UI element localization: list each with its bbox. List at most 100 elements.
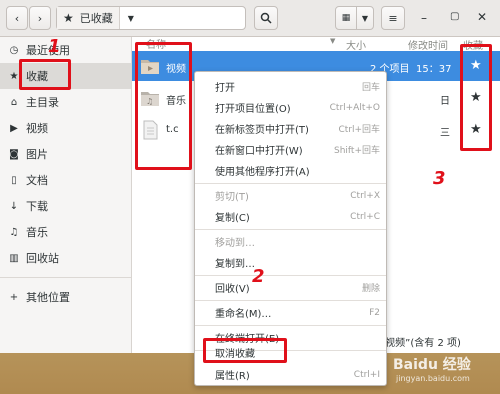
minimize-icon: – bbox=[421, 11, 427, 25]
menu-item-label: 剪切(T) bbox=[215, 192, 249, 203]
search-button[interactable] bbox=[254, 6, 278, 30]
annotation-number-1: 1 bbox=[48, 36, 61, 57]
trash-icon: ▥ bbox=[9, 252, 19, 264]
menu-item-shortcut: Ctrl+X bbox=[350, 190, 380, 201]
path-dropdown-button[interactable]: ▼ bbox=[120, 14, 245, 23]
sidebar-item-trash[interactable]: ▥ 回收站 bbox=[0, 245, 131, 271]
chevron-left-icon: ‹ bbox=[14, 11, 20, 25]
path-bar[interactable]: ★ 已收藏 ▼ bbox=[56, 6, 246, 30]
maximize-button[interactable]: ▢ bbox=[450, 11, 459, 22]
menu-item-open-new-window[interactable]: 在新窗口中打开(W) Shift+回车 bbox=[195, 139, 386, 160]
menu-separator bbox=[195, 275, 386, 276]
menu-item-label: 在新标签页中打开(T) bbox=[215, 125, 309, 136]
annotation-box-unstar bbox=[203, 338, 287, 363]
menu-separator bbox=[195, 229, 386, 230]
sidebar-item-home[interactable]: ⌂ 主目录 bbox=[0, 89, 131, 115]
watermark-url: jingyan.baidu.com bbox=[396, 374, 470, 383]
menu-item-copy-to[interactable]: 复制到… bbox=[195, 252, 386, 273]
menu-item-label: 复制(C) bbox=[215, 213, 250, 224]
menu-item-label: 移动到… bbox=[215, 238, 255, 249]
menu-item-shortcut: Ctrl+Alt+O bbox=[329, 102, 380, 113]
sidebar-item-videos[interactable]: ▶ 视频 bbox=[0, 115, 131, 141]
view-options-button[interactable]: ▼ bbox=[356, 6, 374, 30]
grid-icon: ▦ bbox=[341, 13, 351, 23]
close-button[interactable]: ✕ bbox=[477, 10, 487, 24]
menu-item-label: 回收(V) bbox=[215, 284, 250, 295]
menu-item-cut[interactable]: 剪切(T) Ctrl+X bbox=[195, 185, 386, 206]
menu-separator bbox=[195, 183, 386, 184]
file-modified: 15：37 bbox=[416, 64, 452, 75]
star-icon: ★ bbox=[63, 11, 74, 25]
menu-item-shortcut: Shift+回车 bbox=[334, 146, 380, 156]
status-text: “视频”(含有 2 项) bbox=[380, 338, 461, 349]
column-header-size[interactable]: 大小 bbox=[346, 37, 366, 52]
triangle-down-icon: ▼ bbox=[127, 13, 134, 23]
close-icon: ✕ bbox=[477, 10, 488, 24]
sidebar-item-music[interactable]: ♫ 音乐 bbox=[0, 219, 131, 245]
sidebar-item-label: 图片 bbox=[26, 148, 48, 161]
clock-icon: ◷ bbox=[9, 44, 19, 56]
sidebar-item-downloads[interactable]: ↓ 下载 bbox=[0, 193, 131, 219]
sidebar-item-label: 音乐 bbox=[26, 226, 48, 239]
sidebar-item-label: 视频 bbox=[26, 122, 48, 135]
chevron-right-icon: › bbox=[37, 11, 43, 25]
menu-item-label: 打开 bbox=[215, 83, 235, 94]
menu-item-shortcut: Ctrl+C bbox=[350, 211, 380, 222]
sidebar-item-label: 回收站 bbox=[26, 252, 59, 265]
video-icon: ▶ bbox=[10, 122, 18, 134]
menu-item-label: 复制到… bbox=[215, 259, 255, 270]
menu-item-open[interactable]: 打开 回车 bbox=[195, 76, 386, 97]
annotation-box-starred bbox=[19, 59, 71, 90]
menu-item-copy[interactable]: 复制(C) Ctrl+C bbox=[195, 206, 386, 227]
view-grid-button[interactable]: ▦ bbox=[335, 6, 357, 30]
camera-icon: ◙ bbox=[9, 148, 19, 160]
file-modified: 三 bbox=[440, 128, 450, 139]
menu-item-label: 打开项目位置(O) bbox=[215, 104, 291, 115]
sidebar-item-label: 主目录 bbox=[26, 96, 59, 109]
menu-item-shortcut: Ctrl+I bbox=[353, 369, 380, 380]
menu-item-label: 在新窗口中打开(W) bbox=[215, 146, 303, 157]
minimize-button[interactable]: – bbox=[421, 11, 427, 25]
plus-icon: + bbox=[9, 291, 19, 303]
back-button[interactable]: ‹ bbox=[6, 6, 28, 30]
header-bar: ‹ › ★ 已收藏 ▼ ▦ ▼ ≡ – ▢ ✕ bbox=[0, 0, 500, 37]
menu-item-shortcut: 删除 bbox=[361, 284, 380, 294]
sidebar-item-documents[interactable]: ▯ 文档 bbox=[0, 167, 131, 193]
hamburger-icon: ≡ bbox=[388, 11, 398, 25]
forward-button[interactable]: › bbox=[29, 6, 51, 30]
sort-down-icon: ▼ bbox=[330, 37, 336, 45]
file-modified: 日 bbox=[440, 96, 450, 107]
column-header-modified[interactable]: 修改时间 bbox=[408, 37, 448, 52]
search-icon bbox=[260, 12, 272, 24]
path-crumb-starred[interactable]: ★ 已收藏 bbox=[57, 7, 120, 29]
sidebar-separator bbox=[0, 277, 131, 278]
triangle-down-icon: ▼ bbox=[361, 13, 369, 23]
menu-item-label: 重命名(M)… bbox=[215, 309, 272, 320]
menu-item-open-location[interactable]: 打开项目位置(O) Ctrl+Alt+O bbox=[195, 97, 386, 118]
menu-item-shortcut: F2 bbox=[369, 307, 380, 318]
menu-item-rename[interactable]: 重命名(M)… F2 bbox=[195, 302, 386, 323]
annotation-number-2: 2 bbox=[252, 266, 265, 287]
home-icon: ⌂ bbox=[10, 96, 18, 108]
sidebar-item-label: 文档 bbox=[26, 174, 48, 187]
menu-separator bbox=[195, 325, 386, 326]
menu-item-open-with[interactable]: 使用其他程序打开(A) bbox=[195, 160, 386, 181]
menu-item-move-to[interactable]: 移动到… bbox=[195, 231, 386, 252]
watermark-logo: Baidu 经验 bbox=[393, 357, 471, 373]
sidebar-item-label: 其他位置 bbox=[26, 291, 70, 304]
document-icon: ▯ bbox=[11, 174, 17, 186]
menu-button[interactable]: ≡ bbox=[381, 6, 405, 30]
menu-item-trash[interactable]: 回收(V) 删除 bbox=[195, 277, 386, 298]
music-icon: ♫ bbox=[9, 226, 19, 238]
download-icon: ↓ bbox=[9, 200, 19, 212]
menu-item-label: 使用其他程序打开(A) bbox=[215, 167, 310, 178]
menu-item-open-new-tab[interactable]: 在新标签页中打开(T) Ctrl+回车 bbox=[195, 118, 386, 139]
menu-item-label: 属性(R) bbox=[215, 371, 250, 382]
sidebar-item-other-locations[interactable]: + 其他位置 bbox=[0, 284, 131, 310]
sidebar-item-pictures[interactable]: ◙ 图片 bbox=[0, 141, 131, 167]
menu-item-shortcut: 回车 bbox=[361, 83, 380, 93]
annotation-number-3: 3 bbox=[433, 168, 446, 189]
menu-item-properties[interactable]: 属性(R) Ctrl+I bbox=[195, 364, 386, 385]
path-label: 已收藏 bbox=[79, 12, 113, 25]
menu-separator bbox=[195, 300, 386, 301]
